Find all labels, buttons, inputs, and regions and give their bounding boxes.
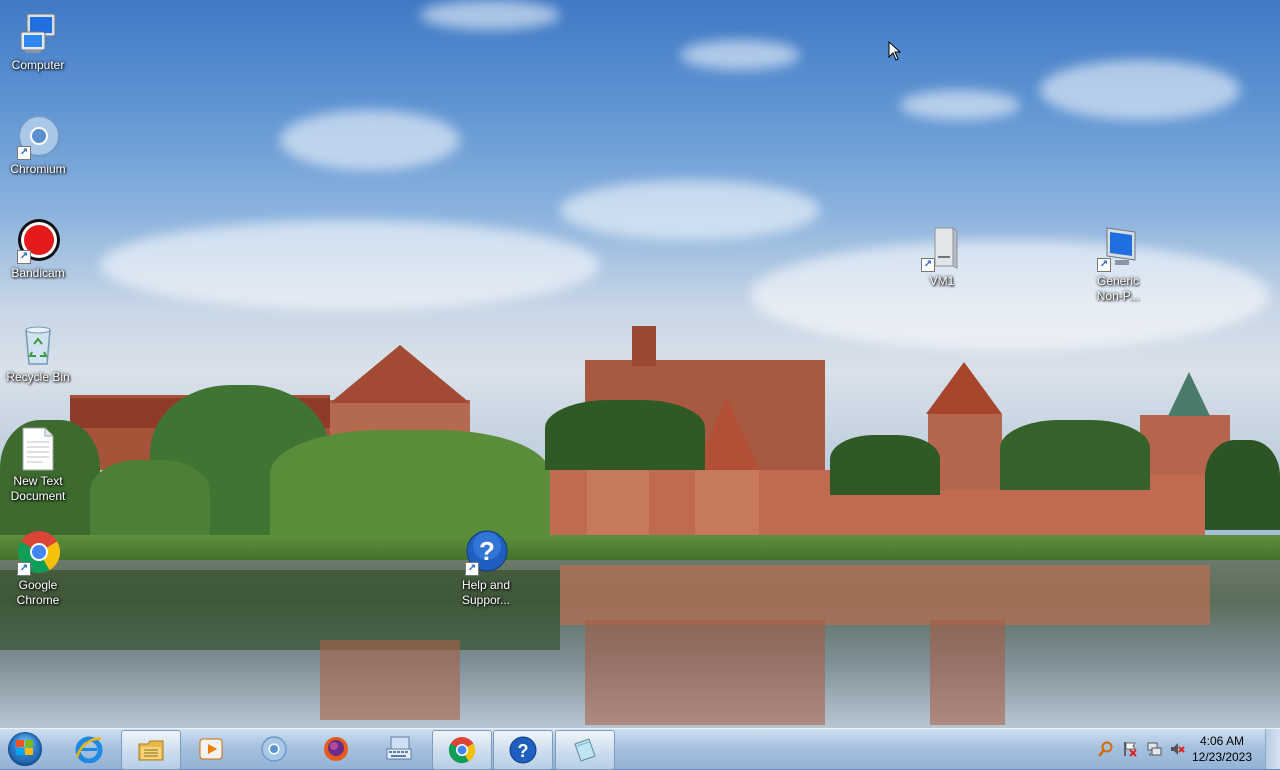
bandicam-icon: ↗	[15, 218, 61, 264]
taskbar: ? 4:06 AM 12/23/2023	[0, 728, 1280, 770]
shortcut-arrow-icon: ↗	[921, 258, 935, 272]
desktop-icon-label: Recycle Bin	[6, 370, 70, 384]
firefox-icon	[322, 735, 350, 763]
notepad-icon	[571, 736, 599, 764]
monitor-icon: ↗	[1095, 226, 1141, 272]
shortcut-arrow-icon: ↗	[17, 146, 31, 160]
clock-time: 4:06 AM	[1199, 734, 1245, 748]
chromium-icon: ↗	[15, 114, 61, 160]
text-document-icon	[15, 426, 61, 472]
chromium-icon	[260, 735, 288, 763]
desktop-icon-label: Generic Non-P...	[1096, 274, 1140, 303]
desktop-icon-label: Computer	[11, 58, 65, 72]
network-icon[interactable]	[1146, 741, 1162, 757]
internet-explorer-icon	[75, 735, 103, 764]
svg-text:?: ?	[479, 536, 495, 566]
chrome-icon	[448, 736, 476, 764]
recycle-bin-icon	[15, 322, 61, 368]
taskbar-file-explorer[interactable]	[121, 730, 181, 770]
desktop-icon-bandicam[interactable]: ↗ Bandicam	[0, 218, 76, 281]
taskbar-notepad[interactable]	[555, 730, 615, 770]
windows-logo-icon	[16, 740, 34, 756]
taskbar-google-chrome[interactable]	[432, 730, 492, 770]
system-tray: 4:06 AM 12/23/2023	[1090, 729, 1280, 769]
action-center-flag-icon[interactable]	[1122, 741, 1138, 757]
desktop-icon-generic-non-pnp[interactable]: ↗ Generic Non-P...	[1080, 226, 1156, 304]
shortcut-arrow-icon: ↗	[17, 250, 31, 264]
desktop-icon-chromium[interactable]: ↗ Chromium	[0, 114, 76, 177]
file-explorer-icon	[137, 736, 165, 764]
computer-icon	[15, 10, 61, 56]
clock-date: 12/23/2023	[1191, 750, 1253, 764]
desktop-icon-vm1[interactable]: ↗ VM1	[904, 226, 980, 289]
svg-text:?: ?	[518, 741, 529, 761]
volume-muted-icon[interactable]	[1170, 741, 1186, 757]
taskbar-firefox[interactable]	[307, 730, 365, 768]
on-screen-keyboard-icon	[385, 735, 413, 763]
taskbar-help-and-support[interactable]: ?	[493, 730, 553, 770]
desktop-icon-label: Google Chrome	[16, 578, 60, 607]
desktop-icon-label: VM1	[929, 274, 955, 288]
desktop-icon-help-and-support[interactable]: ? ↗ Help and Suppor...	[448, 530, 524, 608]
help-icon: ? ↗	[463, 530, 509, 576]
drive-icon: ↗	[919, 226, 965, 272]
show-desktop-button[interactable]	[1265, 729, 1280, 769]
taskbar-internet-explorer[interactable]	[60, 730, 118, 768]
taskbar-on-screen-keyboard[interactable]	[370, 730, 428, 768]
desktop-icon-label: Bandicam	[11, 266, 65, 280]
taskbar-clock[interactable]: 4:06 AM 12/23/2023	[1190, 733, 1254, 765]
desktop-wallpaper[interactable]	[0, 0, 1280, 728]
chrome-icon: ↗	[15, 530, 61, 576]
taskbar-media-player[interactable]	[182, 730, 240, 768]
help-icon: ?	[509, 736, 537, 764]
shortcut-arrow-icon: ↗	[1097, 258, 1111, 272]
desktop-icon-recycle-bin[interactable]: Recycle Bin	[0, 322, 76, 385]
desktop-icon-google-chrome[interactable]: ↗ Google Chrome	[0, 530, 76, 608]
shortcut-arrow-icon: ↗	[17, 562, 31, 576]
desktop-icon-label: Help and Suppor...	[461, 578, 511, 607]
start-button[interactable]	[4, 730, 46, 768]
desktop-icon-label: Chromium	[10, 162, 66, 176]
taskbar-chromium[interactable]	[245, 730, 303, 768]
search-tray-icon[interactable]	[1098, 741, 1114, 757]
desktop-icon-computer[interactable]: Computer	[0, 10, 76, 73]
desktop-icon-new-text-document[interactable]: New Text Document	[0, 426, 76, 504]
media-player-icon	[197, 735, 225, 763]
desktop-icon-label: New Text Document	[10, 474, 66, 503]
shortcut-arrow-icon: ↗	[465, 562, 479, 576]
mouse-cursor-icon	[888, 40, 902, 61]
